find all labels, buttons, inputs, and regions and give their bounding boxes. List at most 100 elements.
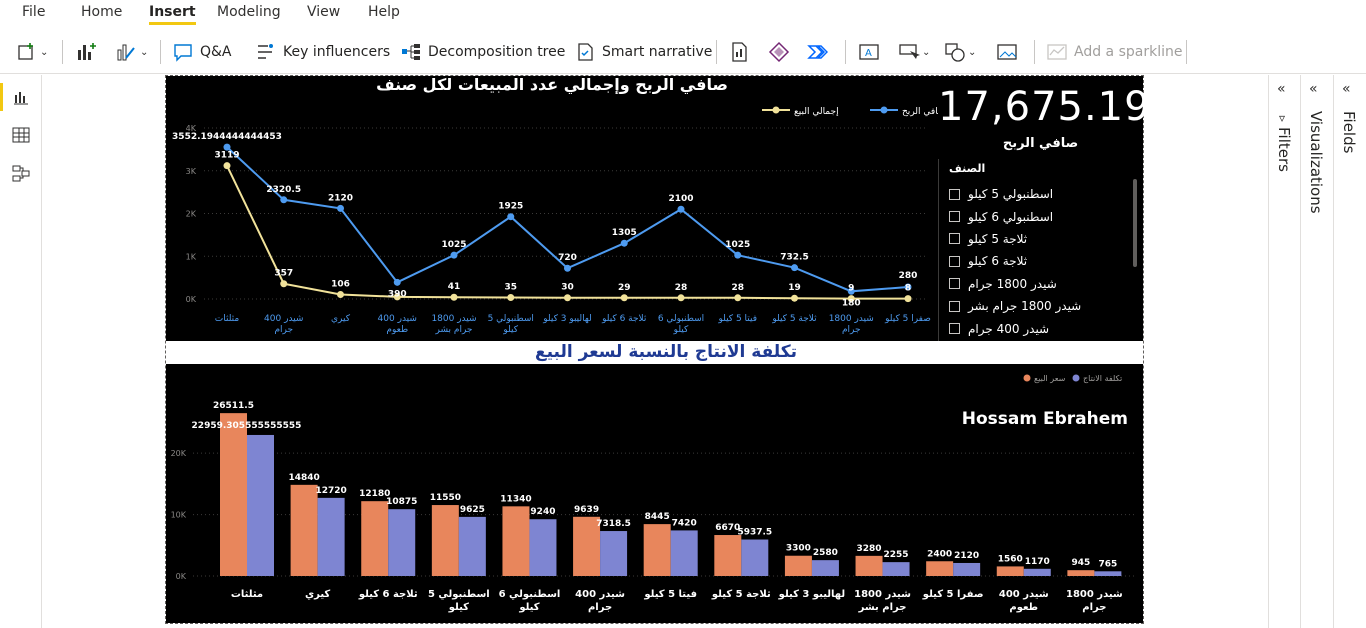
paginated-report-button[interactable] bbox=[728, 38, 750, 66]
add-sparkline-button[interactable]: Add a sparkline bbox=[1046, 38, 1182, 66]
data-label: 3280 bbox=[857, 544, 882, 554]
menu-tab-file[interactable]: File bbox=[22, 4, 45, 20]
more-visuals-button[interactable]: ⌄ bbox=[114, 38, 148, 66]
bar-chart: سعر البيع تكلفة الانتاج Hossam Ebrahem 0… bbox=[171, 374, 1136, 613]
data-label: 19 bbox=[788, 283, 801, 293]
slicer-item[interactable]: شيدر 1800 جرام بشر bbox=[949, 295, 1125, 317]
visual-options-icon bbox=[117, 44, 135, 61]
legend-marker-sale-price bbox=[1023, 374, 1031, 382]
line-chart-visual[interactable]: صافي الربح وإجمالي عدد المبيعات لكل صنف … bbox=[166, 76, 938, 341]
slicer-checkbox[interactable] bbox=[949, 233, 960, 245]
buttons-button[interactable]: ⌄ bbox=[898, 38, 930, 66]
chevrons-left-icon[interactable]: « bbox=[1277, 81, 1286, 97]
x-tick-label: جرام bbox=[588, 602, 612, 613]
slicer-checkbox[interactable] bbox=[949, 323, 960, 335]
image-button[interactable] bbox=[996, 38, 1018, 66]
line-chart-title: صافي الربح وإجمالي عدد المبيعات لكل صنف bbox=[376, 76, 728, 95]
new-visual-button[interactable] bbox=[74, 38, 98, 66]
smart-narrative-button[interactable]: Smart narrative bbox=[574, 38, 712, 66]
data-label: 9 bbox=[848, 284, 854, 294]
card-visual[interactable]: 17,675.19 صافي الربح bbox=[938, 76, 1150, 159]
filter-funnel-icon: ▿ bbox=[1279, 111, 1286, 125]
slicer-checkbox[interactable] bbox=[949, 255, 960, 267]
power-apps-button[interactable] bbox=[768, 38, 790, 66]
x-tick-label: صفرا 5 كيلو bbox=[922, 589, 984, 600]
smart-narrative-icon bbox=[578, 43, 593, 61]
data-label: 1025 bbox=[725, 240, 750, 250]
add-sparkline-label: Add a sparkline bbox=[1074, 44, 1183, 60]
x-tick-label: ثلاجة 5 كيلو bbox=[711, 589, 771, 600]
data-label: 3300 bbox=[786, 544, 811, 554]
filters-pane[interactable]: « ▿ Filters bbox=[1268, 75, 1300, 628]
slicer-item[interactable]: شيدر 1800 جرام bbox=[949, 273, 1125, 295]
x-tick-label: فيتا 5 كيلو bbox=[643, 589, 697, 600]
decomposition-tree-button[interactable]: Decomposition tree bbox=[400, 38, 565, 66]
data-label: 9625 bbox=[460, 505, 485, 515]
data-label: 1925 bbox=[498, 202, 523, 212]
cost-bar bbox=[388, 509, 416, 576]
line-chart-legend[interactable]: إجمالي البيع صافي الربح bbox=[762, 106, 938, 118]
data-view-icon[interactable] bbox=[11, 125, 31, 145]
data-label: 1305 bbox=[612, 228, 637, 238]
x-tick-label: جرام bbox=[274, 325, 293, 335]
profit-point bbox=[337, 204, 344, 212]
sparkline-icon bbox=[1047, 44, 1067, 60]
profit-point bbox=[450, 251, 458, 259]
data-label: 3552.1944444444453 bbox=[172, 132, 282, 142]
sale-price-bar bbox=[926, 561, 954, 576]
chevrons-left-icon[interactable]: « bbox=[1309, 81, 1318, 97]
legend-label-sale-price: سعر البيع bbox=[1034, 374, 1066, 383]
y-tick-label: 3K bbox=[186, 167, 197, 176]
slicer-item[interactable]: ثلاجة 5 كيلو bbox=[949, 228, 1125, 250]
menu-tab-view[interactable]: View bbox=[307, 4, 340, 20]
data-label: 1560 bbox=[998, 554, 1023, 564]
x-tick-label: ثلاجة 5 كيلو bbox=[771, 314, 817, 324]
slicer-visual[interactable]: الصنف اسطنبولي 5 كيلو اسطنبولي 6 كيلو ثلاج… bbox=[938, 159, 1143, 341]
bar-chart-add-icon bbox=[78, 43, 96, 60]
x-tick-label: شيدر 1800 bbox=[829, 314, 874, 324]
slicer-checkbox[interactable] bbox=[949, 300, 960, 312]
sale-price-bar bbox=[643, 524, 671, 576]
data-label: 28 bbox=[675, 283, 688, 293]
key-influencers-button[interactable]: Key influencers bbox=[255, 38, 390, 66]
menu-tab-help[interactable]: Help bbox=[368, 4, 400, 20]
new-page-button[interactable]: ⌄ bbox=[16, 38, 48, 66]
model-view-icon[interactable] bbox=[11, 163, 31, 183]
cost-bar bbox=[1094, 571, 1122, 576]
profit-point bbox=[507, 213, 515, 221]
power-automate-icon bbox=[807, 45, 828, 59]
slicer-checkbox[interactable] bbox=[949, 278, 960, 290]
chevron-down-icon: ⌄ bbox=[140, 46, 149, 58]
bar-chart-visual[interactable]: سعر البيع تكلفة الانتاج Hossam Ebrahem 0… bbox=[166, 364, 1143, 623]
text-box-button[interactable]: A bbox=[858, 38, 880, 66]
y-tick-label: 0K bbox=[186, 295, 197, 304]
sales-point bbox=[677, 294, 685, 302]
slicer-item[interactable]: ثلاجة 6 كيلو bbox=[949, 250, 1125, 272]
data-label: 180 bbox=[842, 298, 861, 308]
slicer-scrollbar[interactable] bbox=[1133, 179, 1137, 267]
profit-point bbox=[620, 239, 628, 247]
menu-tab-home[interactable]: Home bbox=[81, 4, 122, 20]
chevrons-left-icon[interactable]: « bbox=[1342, 81, 1351, 97]
visualizations-pane[interactable]: « Visualizations bbox=[1300, 75, 1333, 628]
data-label: 9639 bbox=[574, 505, 599, 515]
report-view-icon[interactable] bbox=[11, 87, 31, 107]
x-tick-label: جرام بشر bbox=[435, 325, 473, 335]
slicer-item[interactable]: اسطنبولي 6 كيلو bbox=[949, 205, 1125, 227]
power-automate-button[interactable] bbox=[806, 38, 828, 66]
slicer-item[interactable]: اسطنبولي 5 كيلو bbox=[949, 183, 1125, 205]
bar-chart-legend[interactable]: سعر البيع تكلفة الانتاج bbox=[1023, 374, 1123, 383]
slicer-checkbox[interactable] bbox=[949, 188, 960, 200]
paginated-report-icon bbox=[732, 42, 747, 62]
x-tick-label: ثلاجة 6 كيلو bbox=[601, 314, 647, 324]
menu-tab-modeling[interactable]: Modeling bbox=[217, 4, 281, 20]
sale-price-bar bbox=[431, 505, 459, 576]
slicer-item[interactable]: شيدر 400 جرام bbox=[949, 317, 1125, 339]
menu-tab-insert[interactable]: Insert bbox=[149, 4, 196, 25]
shapes-button[interactable]: ⌄ bbox=[944, 38, 976, 66]
x-tick-label: لهاليبو 3 كيلو bbox=[542, 314, 592, 324]
qa-button[interactable]: Q&A bbox=[172, 38, 232, 66]
y-tick-label: 20K bbox=[171, 449, 187, 458]
fields-pane[interactable]: « Fields bbox=[1333, 75, 1366, 628]
slicer-checkbox[interactable] bbox=[949, 211, 960, 223]
